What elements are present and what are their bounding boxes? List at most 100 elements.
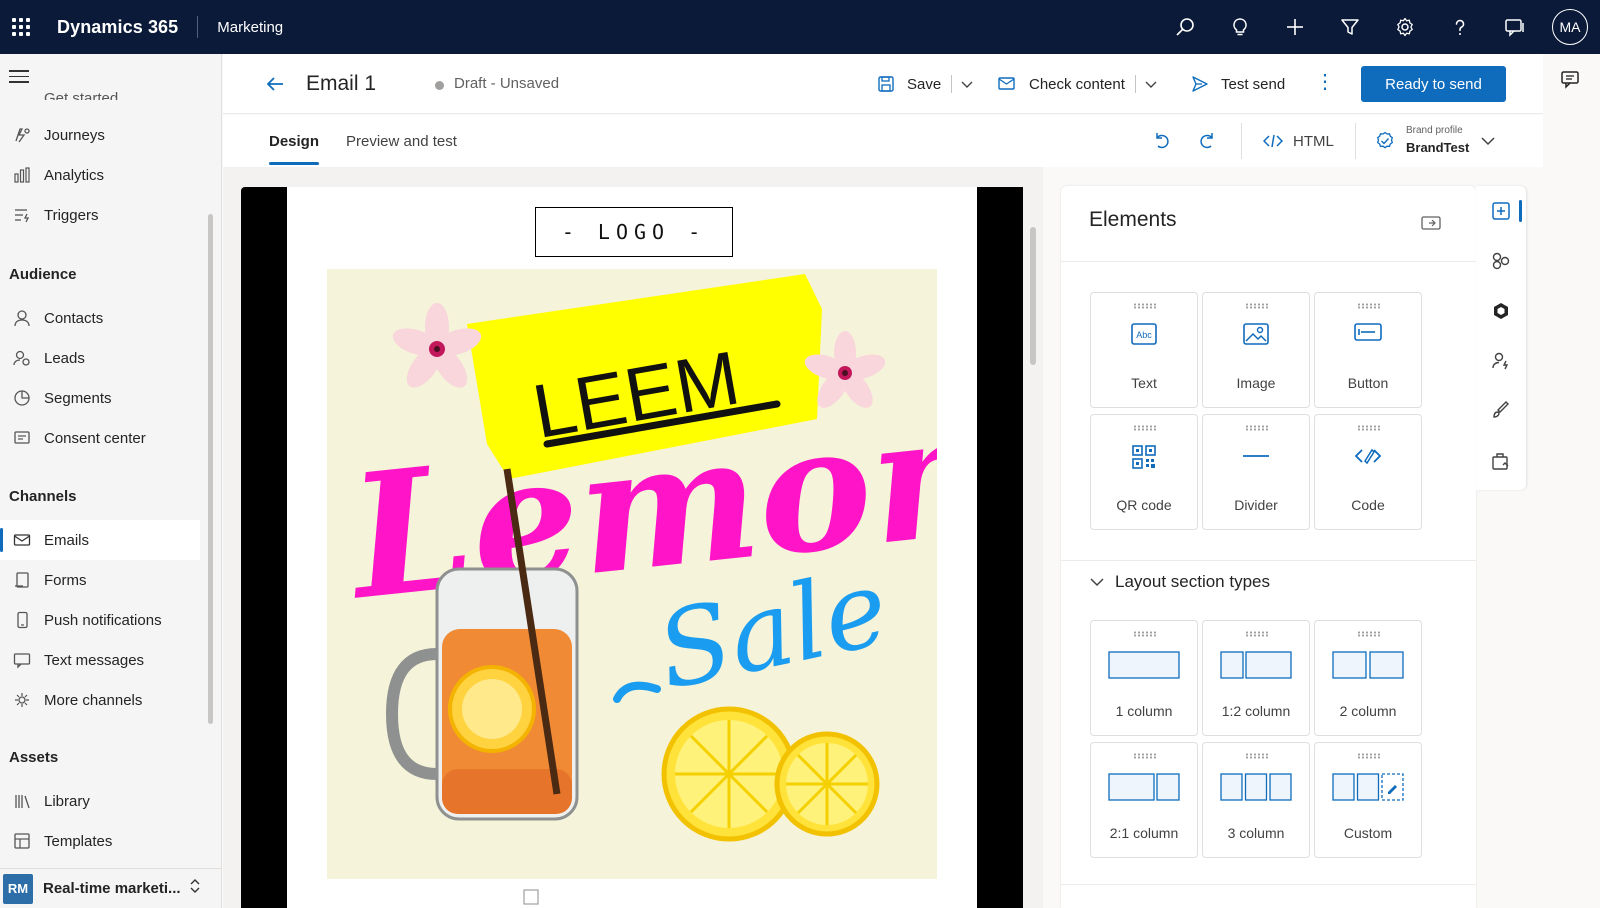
- element-tile-divider[interactable]: Divider: [1202, 414, 1310, 530]
- layout-section-header[interactable]: Layout section types: [1089, 572, 1270, 592]
- sidebar-item-label: Analytics: [44, 166, 105, 184]
- sidebar-item-analytics[interactable]: Analytics: [0, 155, 200, 195]
- lemon-sale-illustration: LEEM Lemom Sale: [338, 274, 937, 842]
- copilot-button[interactable]: [1476, 286, 1526, 336]
- help-button[interactable]: [1432, 0, 1487, 54]
- layout-tile-1-column[interactable]: 1 column: [1090, 620, 1198, 736]
- send-icon: [1192, 76, 1208, 92]
- top-bar: Dynamics 365 Marketing MA: [0, 0, 1600, 54]
- layout-tile-2-column[interactable]: 2 column: [1314, 620, 1422, 736]
- element-tile-code[interactable]: Code: [1314, 414, 1422, 530]
- element-tile-qr-code[interactable]: QR code: [1090, 414, 1198, 530]
- tab-preview-and-test[interactable]: Preview and test: [346, 115, 457, 167]
- sidebar-item-journeys[interactable]: Journeys: [0, 115, 200, 155]
- email-body[interactable]: - LOGO - LEEM Lemom Sale: [287, 187, 977, 908]
- personalization-icon: [1492, 352, 1509, 370]
- layout-section-label: Layout section types: [1115, 572, 1270, 591]
- layout-tile-custom[interactable]: Custom: [1314, 742, 1422, 858]
- sidebar-item-segments[interactable]: Segments: [0, 378, 200, 418]
- element-label: Text: [1131, 375, 1157, 391]
- user-avatar[interactable]: MA: [1552, 9, 1588, 45]
- settings-button[interactable]: [1377, 0, 1432, 54]
- drag-handle-icon: [1133, 753, 1157, 759]
- undo-icon: [1156, 133, 1169, 149]
- back-button[interactable]: [265, 74, 285, 99]
- app-launcher-button[interactable]: [0, 0, 42, 54]
- sidebar-item-get-started[interactable]: Get started: [44, 90, 118, 100]
- chevron-down-icon: [1145, 81, 1157, 88]
- sidebar-item-templates[interactable]: Templates: [0, 821, 200, 861]
- test-send-button[interactable]: Test send: [1191, 54, 1285, 114]
- sidebar-item-forms[interactable]: Forms: [0, 560, 200, 600]
- chevron-down-icon: [1481, 137, 1495, 146]
- area-switcher[interactable]: RM Real-time marketi...: [0, 868, 221, 908]
- copilot-chat-button[interactable]: [1560, 70, 1582, 95]
- module-name[interactable]: Marketing: [217, 19, 283, 36]
- chevron-up-down-icon: [190, 879, 200, 893]
- layout-label: Custom: [1343, 825, 1393, 841]
- undo-button[interactable]: [1152, 130, 1172, 155]
- area-name: Real-time marketi...: [43, 880, 181, 897]
- layout-tile-1-2-column[interactable]: 1:2 column: [1202, 620, 1310, 736]
- drag-handle-icon: [1357, 753, 1381, 759]
- add-elements-button[interactable]: [1476, 186, 1526, 236]
- personalization-button[interactable]: [1476, 336, 1526, 386]
- assets-button[interactable]: [1476, 436, 1526, 486]
- nav-header-assets: Assets: [9, 749, 59, 766]
- brand-style-button[interactable]: [1476, 386, 1526, 436]
- test-send-label: Test send: [1221, 75, 1286, 93]
- sidebar-item-label: Forms: [44, 571, 87, 589]
- sidebar-item-more-channels[interactable]: More channels: [0, 680, 200, 720]
- app-name[interactable]: Dynamics 365: [57, 17, 178, 38]
- hero-image[interactable]: LEEM Lemom Sale: [327, 269, 937, 879]
- waffle-icon: [12, 18, 30, 36]
- settings-icon: [1396, 17, 1413, 37]
- collapse-panel-button[interactable]: [1421, 216, 1441, 235]
- element-tile-image[interactable]: Image: [1202, 292, 1310, 408]
- hamburger-icon[interactable]: [9, 70, 29, 87]
- assets-icon: [1492, 453, 1509, 470]
- sidebar-item-leads[interactable]: Leads: [0, 338, 200, 378]
- ready-to-send-button[interactable]: Ready to send: [1361, 66, 1506, 102]
- brand-profile-dropdown[interactable]: BrandTest: [1406, 140, 1469, 155]
- command-bar: Email 1 Draft - Unsaved Save Check conte…: [223, 54, 1543, 114]
- sidebar-item-triggers[interactable]: Triggers: [0, 195, 200, 235]
- html-button[interactable]: HTML: [1263, 115, 1334, 167]
- library-icon: [15, 795, 30, 809]
- check-content-button[interactable]: Check content: [997, 54, 1158, 114]
- sidebar-item-library[interactable]: Library: [0, 781, 200, 821]
- drag-handle-icon: [1245, 631, 1269, 637]
- redo-button[interactable]: [1197, 130, 1217, 155]
- element-tile-text[interactable]: Abc Text: [1090, 292, 1198, 408]
- tab-design[interactable]: Design: [269, 115, 320, 167]
- layout-label: 1:2 column: [1221, 703, 1291, 719]
- save-icon: [878, 76, 894, 92]
- sidebar-scrollbar[interactable]: [208, 214, 213, 724]
- sidebar-item-consent-center[interactable]: Consent center: [0, 418, 200, 458]
- help-icon: [1455, 19, 1464, 35]
- more-options-icon[interactable]: ⋮: [1315, 72, 1335, 92]
- divider: [1061, 560, 1476, 561]
- search-button[interactable]: [1157, 0, 1212, 54]
- sidebar-item-label: More channels: [44, 691, 143, 709]
- filter-button[interactable]: [1322, 0, 1377, 54]
- sidebar-item-text-messages[interactable]: Text messages: [0, 640, 200, 680]
- styles-button[interactable]: [1476, 236, 1526, 286]
- layout-tile-2-1-column[interactable]: 2:1 column: [1090, 742, 1198, 858]
- status-badge: Draft - Unsaved: [454, 75, 560, 92]
- sidebar-item-emails[interactable]: Emails: [0, 520, 200, 560]
- brand-profile-chevron[interactable]: [1480, 133, 1496, 154]
- element-label: Image: [1236, 375, 1276, 391]
- canvas-scrollbar[interactable]: [1030, 227, 1036, 365]
- sidebar-item-push-notifications[interactable]: Push notifications: [0, 600, 200, 640]
- sidebar-item-contacts[interactable]: Contacts: [0, 298, 200, 338]
- feedback-button[interactable]: [1487, 0, 1542, 54]
- save-button[interactable]: Save: [877, 54, 974, 114]
- element-tile-button[interactable]: Button: [1314, 292, 1422, 408]
- element-label: Divider: [1234, 497, 1278, 513]
- layout-tile-3-column[interactable]: 3 column: [1202, 742, 1310, 858]
- svg-text:Abc: Abc: [1136, 330, 1152, 340]
- new-button[interactable]: [1267, 0, 1322, 54]
- logo-placeholder[interactable]: - LOGO -: [535, 207, 733, 257]
- ideas-button[interactable]: [1212, 0, 1267, 54]
